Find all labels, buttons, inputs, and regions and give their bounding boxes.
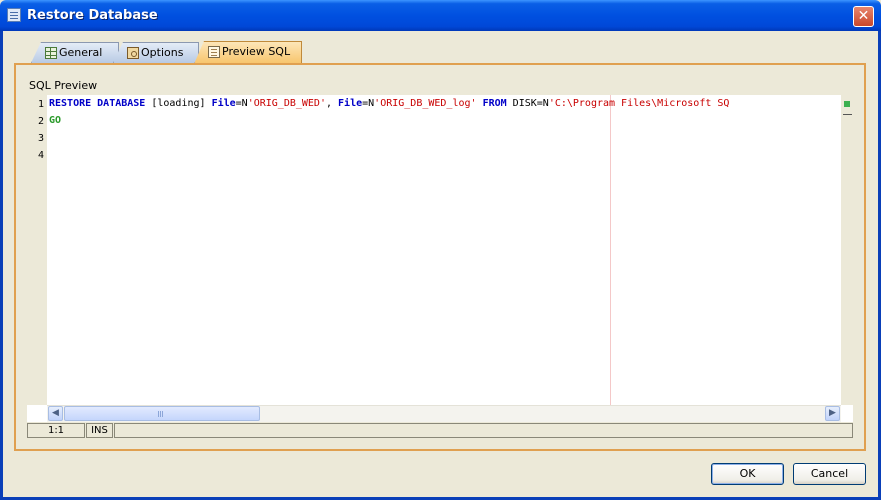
tab-label: Preview SQL xyxy=(222,45,291,58)
tab-label: General xyxy=(59,46,103,59)
ok-button[interactable]: OK xyxy=(711,463,784,485)
scrollbar-thumb[interactable] xyxy=(64,406,260,421)
database-icon xyxy=(7,8,21,22)
sql-text: , xyxy=(325,98,339,109)
fold-marker-icon xyxy=(843,114,852,119)
scroll-right-button[interactable]: ▶ xyxy=(825,406,840,421)
section-label: SQL Preview xyxy=(29,79,98,92)
tab-label: Options xyxy=(141,46,184,59)
tab-preview-sql[interactable]: Preview SQL xyxy=(194,41,302,64)
line-number: 4 xyxy=(37,150,44,161)
sql-string: 'ORIG_DB_WED' xyxy=(247,98,326,109)
line-number: 1 xyxy=(37,99,44,110)
close-button[interactable]: ✕ xyxy=(853,6,874,27)
grid-icon xyxy=(45,47,57,59)
print-margin-line xyxy=(610,95,611,405)
code-line-2: GO xyxy=(49,115,62,126)
options-icon xyxy=(127,47,139,59)
chevron-right-icon: ▶ xyxy=(829,408,836,418)
sql-string: 'C:\Program Files\Microsoft SQ xyxy=(548,98,730,109)
line-number: 2 xyxy=(37,116,44,127)
chevron-left-icon: ◀ xyxy=(52,408,59,418)
line-number: 3 xyxy=(37,133,44,144)
sql-editor[interactable] xyxy=(27,95,853,422)
window-title: Restore Database xyxy=(27,8,158,23)
sql-string: 'ORIG_DB_WED_log' xyxy=(374,98,477,109)
status-message-area xyxy=(114,423,853,438)
tab-general[interactable]: General xyxy=(31,42,119,63)
close-icon: ✕ xyxy=(857,8,870,24)
overview-ruler xyxy=(841,95,853,405)
scroll-left-button[interactable]: ◀ xyxy=(48,406,63,421)
cancel-button[interactable]: Cancel xyxy=(793,463,866,485)
sql-text: =N xyxy=(362,98,375,109)
sql-keyword: RESTORE DATABASE xyxy=(49,98,146,109)
cursor-position: 1:1 xyxy=(27,423,85,438)
sql-text: =N xyxy=(235,98,248,109)
title-bar: Restore Database ✕ xyxy=(0,0,881,31)
sql-text: [loading] xyxy=(145,98,212,109)
sql-text: DISK=N xyxy=(506,98,549,109)
sql-keyword: File xyxy=(211,98,236,109)
status-marker-icon xyxy=(844,101,850,107)
sql-keyword: File xyxy=(338,98,363,109)
code-line-1: RESTORE DATABASE [loading] File=N'ORIG_D… xyxy=(49,97,729,111)
window-border-left xyxy=(0,31,3,500)
preview-sql-icon xyxy=(208,46,220,58)
insert-mode: INS xyxy=(86,423,113,438)
tab-options[interactable]: Options xyxy=(113,42,199,63)
sql-keyword: FROM xyxy=(482,98,507,109)
